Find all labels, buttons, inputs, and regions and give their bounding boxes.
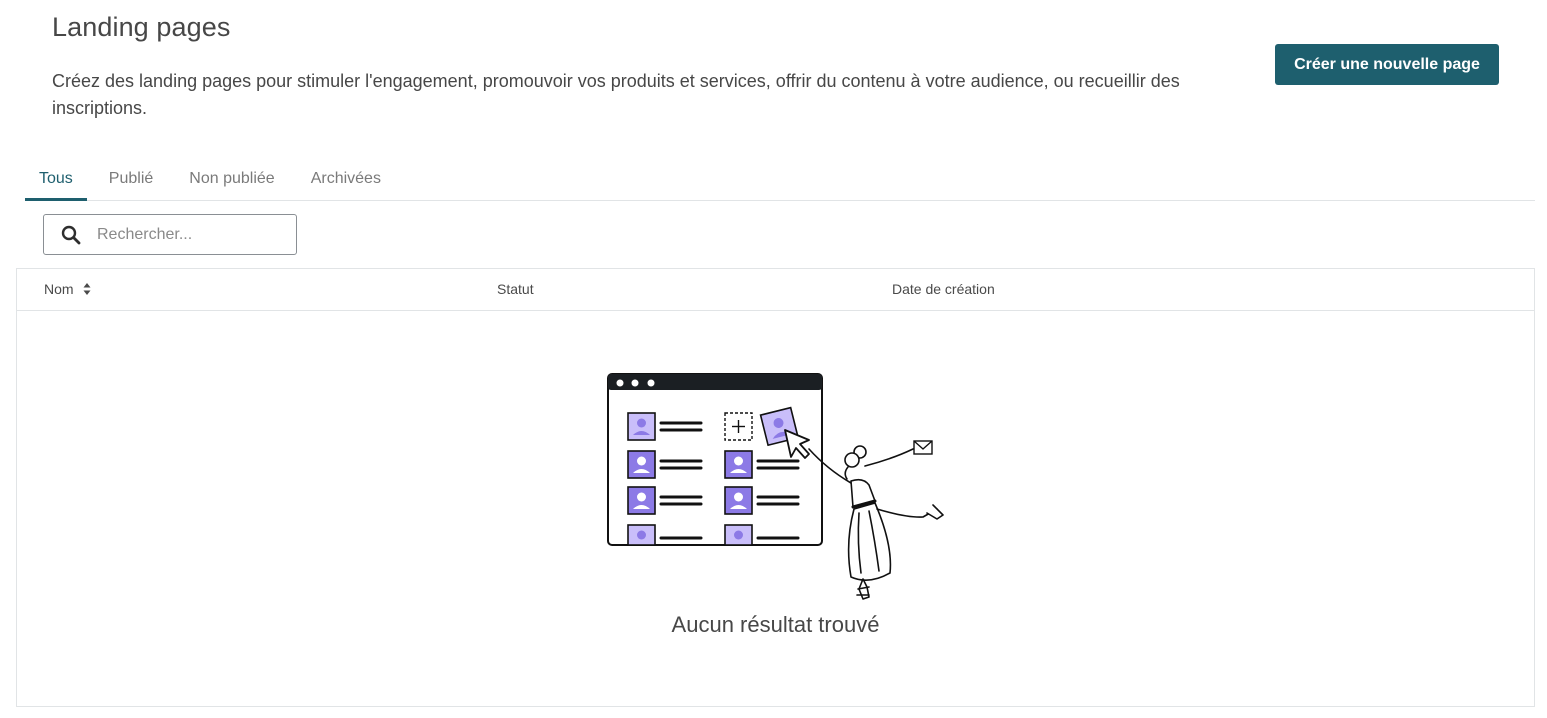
table-header: Nom Statut Date de création (17, 269, 1534, 311)
empty-state-message: Aucun résultat trouvé (671, 612, 880, 637)
tab-all[interactable]: Tous (25, 160, 87, 201)
tab-unpublished[interactable]: Non publiée (175, 160, 288, 201)
landing-pages-table: Nom Statut Date de création Aucun résult… (16, 268, 1535, 707)
column-header-name-label: Nom (44, 281, 74, 297)
sort-icon (83, 283, 91, 295)
empty-state-illustration (607, 373, 944, 600)
page-description: Créez des landing pages pour stimuler l'… (52, 71, 1180, 118)
status-tabs: Tous Publié Non publiée Archivées (25, 160, 1535, 201)
search-input[interactable] (97, 225, 277, 244)
page-title: Landing pages (52, 12, 231, 42)
tab-archived[interactable]: Archivées (297, 160, 395, 201)
create-page-button[interactable]: Créer une nouvelle page (1275, 44, 1499, 85)
column-header-name[interactable]: Nom (44, 281, 91, 297)
search-icon (61, 225, 81, 244)
empty-state: Aucun résultat trouvé (17, 311, 1534, 706)
column-header-date[interactable]: Date de création (892, 281, 995, 297)
column-header-status[interactable]: Statut (497, 281, 534, 297)
search-box (43, 214, 297, 255)
tab-published[interactable]: Publié (95, 160, 167, 201)
